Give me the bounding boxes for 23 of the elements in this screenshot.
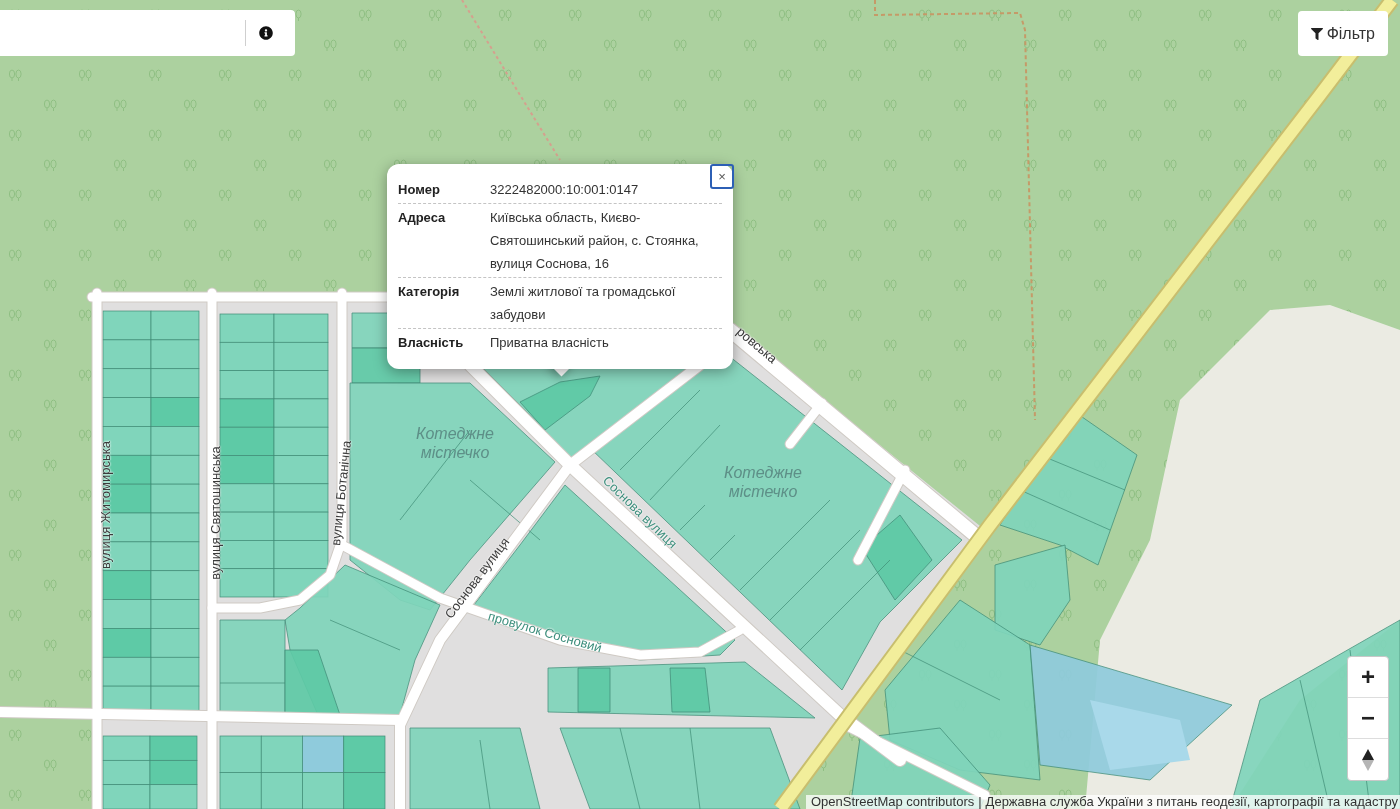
filter-icon	[1310, 27, 1323, 40]
street-label: вулиця Житомирська	[97, 441, 113, 569]
field-value: Приватна власність	[490, 334, 610, 352]
place-label: Котеджне містечко	[415, 424, 495, 462]
street-label: вулиця Святошинська	[207, 446, 223, 580]
separator-text: |	[978, 795, 982, 809]
field-label: Номер	[398, 181, 441, 199]
field-value: Землі житлової та громадської забудови	[490, 283, 677, 324]
filter-button[interactable]: Фільтр	[1297, 11, 1388, 56]
close-button[interactable]: ×	[710, 164, 734, 189]
zoom-in-button[interactable]: +	[1348, 657, 1388, 698]
place-label: Котеджне містечко	[723, 463, 803, 501]
field-value: 3222482000:10:001:0147	[490, 181, 640, 199]
field-label: Адреса	[398, 209, 447, 227]
attribution-text: Державна служба України з питань геодезії, картографії та кадастру	[985, 795, 1398, 809]
field-label: Категорія	[398, 283, 461, 301]
info-icon	[259, 26, 273, 40]
field-value: Київська область, Києво-Святошинський район, с. Стоянка, вулиця Соснова, 16	[490, 209, 700, 273]
street-label: вулиця Ботанічна	[328, 439, 354, 547]
attribution-link[interactable]: OpenStreetMap contributors	[810, 795, 975, 809]
north-arrow-icon	[1362, 748, 1374, 771]
zoom-out-button[interactable]: −	[1348, 698, 1388, 739]
field-label: Власність	[398, 334, 465, 352]
